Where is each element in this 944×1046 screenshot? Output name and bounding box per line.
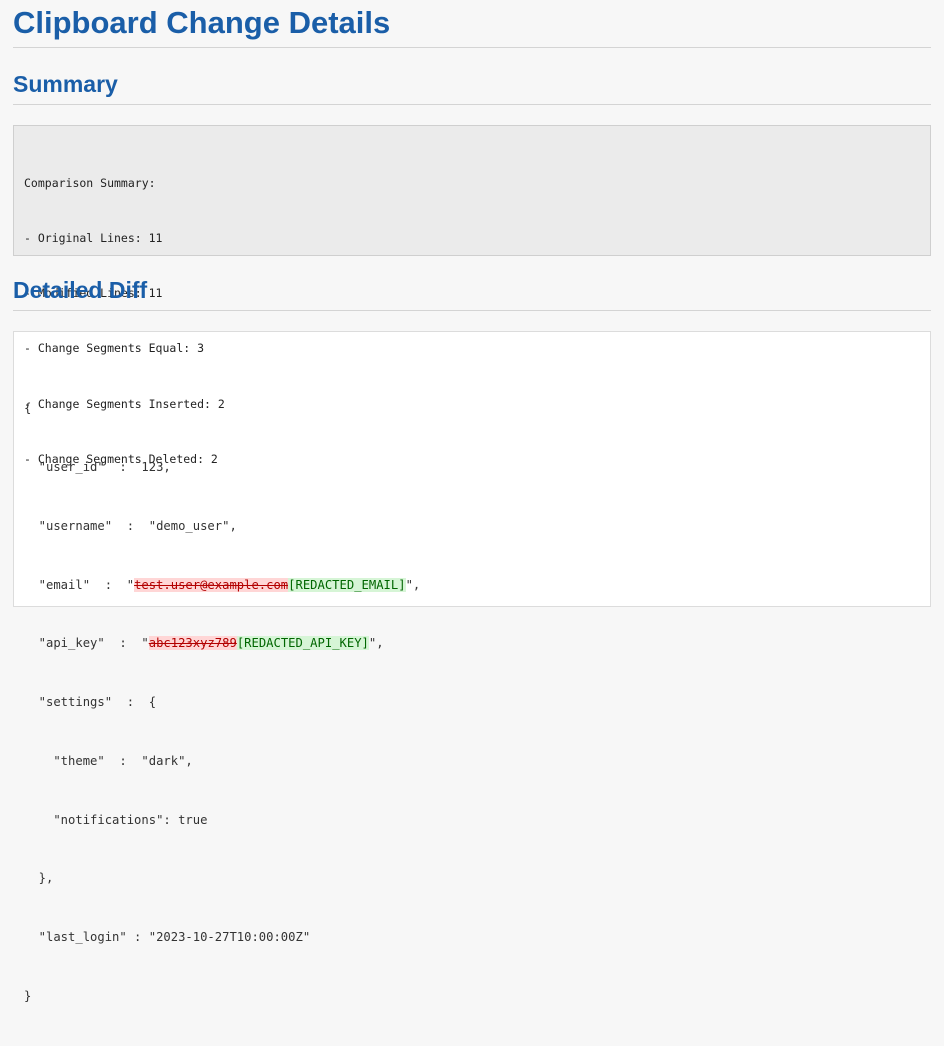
diff-line-changed: "api_key" : "abc123xyz789[REDACTED_API_K… [24, 634, 920, 654]
diff-deleted-text: test.user@example.com [134, 577, 289, 592]
summary-line: Comparison Summary: [24, 175, 156, 190]
diff-line: "user_id" : 123, [24, 459, 171, 474]
diff-box: { "user_id" : 123, "username" : "demo_us… [13, 331, 931, 1003]
diff-line: "last_login" : "2023-10-27T10:00:00Z" [24, 930, 311, 945]
diff-inserted-text: [REDACTED_API_KEY] [236, 636, 369, 651]
diff-line: "username" : "demo_user", [24, 518, 237, 533]
diff-line: }, [24, 871, 54, 886]
diff-text: ", [405, 577, 421, 592]
diff-inserted-text: [REDACTED_EMAIL] [288, 577, 406, 592]
diff-line-changed: "email" : "test.user@example.com[REDACTE… [24, 576, 920, 596]
title-divider [13, 47, 931, 48]
diff-line: } [24, 989, 32, 1003]
diff-text: ", [368, 636, 384, 651]
page: Clipboard Change Details Summary Compari… [0, 0, 944, 1003]
summary-heading: Summary [13, 71, 118, 97]
diff-divider [13, 310, 931, 311]
summary-divider [13, 104, 931, 105]
page-title: Clipboard Change Details [13, 5, 391, 40]
diff-deleted-text: abc123xyz789 [148, 636, 237, 651]
diff-text: "api_key" : " [24, 636, 149, 651]
diff-line: "theme" : "dark", [24, 753, 193, 768]
diff-text: "email" : " [24, 577, 135, 592]
diff-line: "notifications": true [24, 812, 208, 827]
summary-line: - Original Lines: 11 [24, 231, 163, 246]
diff-line: "settings" : { [24, 695, 157, 710]
summary-box: Comparison Summary: - Original Lines: 11… [13, 125, 931, 466]
